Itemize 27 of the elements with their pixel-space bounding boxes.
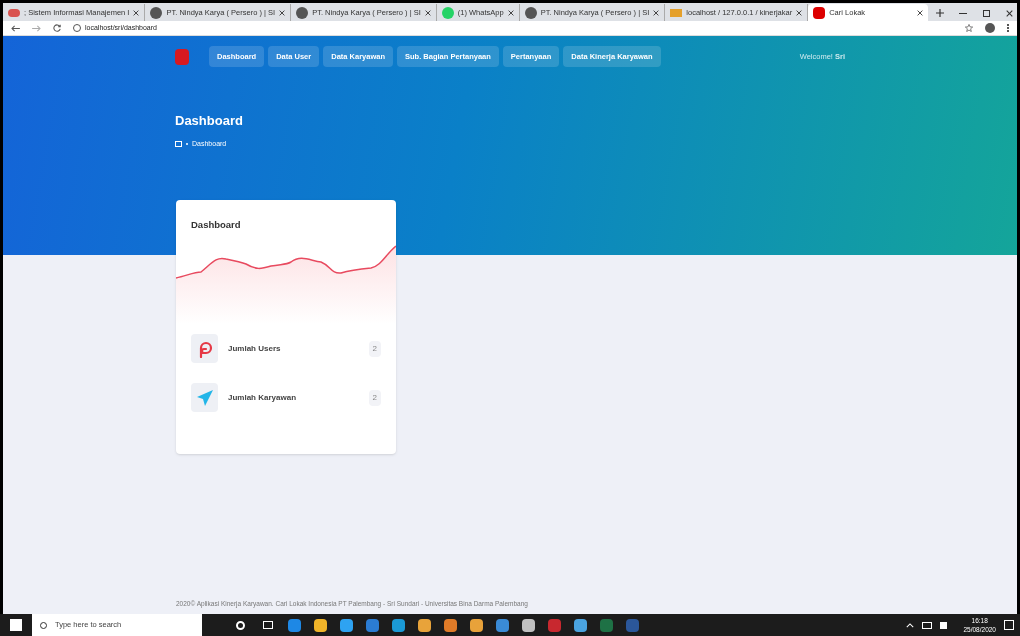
maximize-icon[interactable] [983,10,990,17]
close-icon[interactable] [653,9,660,16]
close-icon[interactable] [507,9,514,16]
paper-plane-icon [195,388,214,407]
tab-logo-icon [813,6,826,19]
stat-label: Jumlah Karyawan [228,391,298,404]
close-icon[interactable] [133,9,140,16]
task-view-icon[interactable] [263,621,273,629]
database-icon [670,8,683,17]
back-arrow-icon[interactable] [11,24,20,32]
cortana-icon[interactable] [236,620,245,630]
count-badge: 2 [368,389,381,406]
close-icon[interactable] [279,9,286,16]
close-icon[interactable] [917,9,924,16]
star-icon[interactable] [965,24,973,32]
card-title: Dashboard [190,218,242,232]
count-badge: 2 [368,340,381,357]
reload-icon[interactable] [53,24,61,32]
page-title: Dashboard [175,112,244,131]
new-tab-icon[interactable] [936,9,945,17]
tray-chevron-icon[interactable] [906,622,915,628]
avatar-icon[interactable] [985,23,995,33]
close-icon[interactable] [424,9,431,16]
chat-icon [441,6,454,19]
stat-label: Jumlah Users [228,342,282,355]
close-icon[interactable] [1006,10,1013,17]
close-icon[interactable] [796,9,803,16]
